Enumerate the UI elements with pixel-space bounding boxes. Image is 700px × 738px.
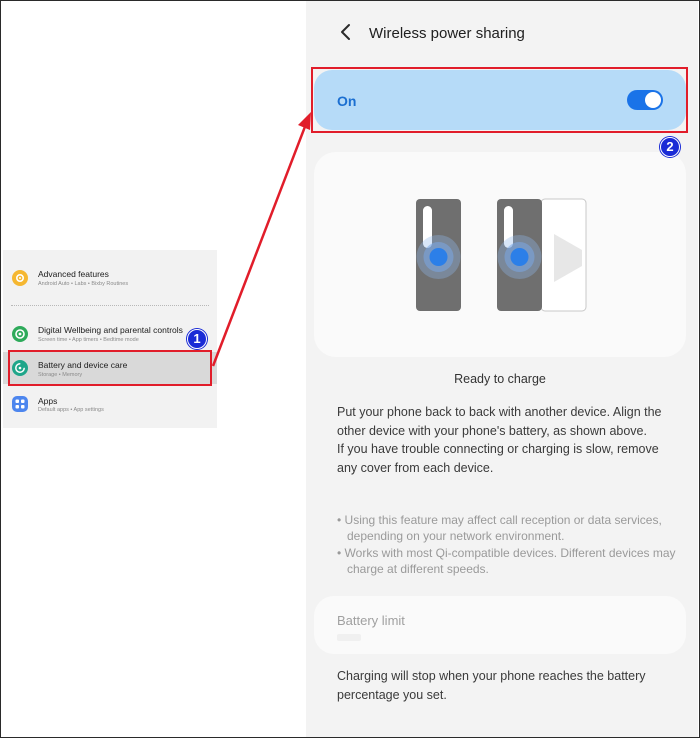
settings-item-advanced-features[interactable]: Advanced features Android Auto • Labs • … xyxy=(3,266,217,296)
app-header: Wireless power sharing xyxy=(306,0,698,64)
apps-icon xyxy=(12,396,28,412)
advanced-features-icon xyxy=(12,270,28,286)
battery-limit-setting[interactable]: Battery limit xyxy=(314,596,686,654)
settings-item-subtitle: Screen time • App timers • Bedtime mode xyxy=(38,337,139,343)
settings-item-digital-wellbeing[interactable]: Digital Wellbeing and parental controls … xyxy=(3,322,217,352)
info-note: • Works with most Qi-compatible devices.… xyxy=(337,546,676,576)
section-divider xyxy=(11,305,209,306)
settings-item-title: Advanced features xyxy=(38,269,109,279)
step-badge-1: 1 xyxy=(187,329,207,349)
instruction-line: Put your phone back to back with another… xyxy=(337,405,662,438)
step-badge-2: 2 xyxy=(660,137,680,157)
charging-illustration-card xyxy=(314,152,686,357)
settings-item-title: Digital Wellbeing and parental controls xyxy=(38,325,183,335)
highlight-box-toggle xyxy=(311,67,688,133)
instruction-line: If you have trouble connecting or chargi… xyxy=(337,442,659,475)
charge-point xyxy=(510,248,529,266)
settings-item-subtitle: Android Auto • Labs • Bixby Routines xyxy=(38,281,129,287)
back-arrow-icon[interactable] xyxy=(336,22,356,42)
settings-item-subtitle: Default apps • App settings xyxy=(38,407,104,413)
settings-item-title: Apps xyxy=(38,396,58,406)
settings-list: Advanced features Android Auto • Labs • … xyxy=(3,250,217,428)
battery-limit-label: Battery limit xyxy=(337,613,405,628)
charge-point xyxy=(429,248,448,266)
highlight-box-battery-care xyxy=(8,350,212,386)
settings-item-apps[interactable]: Apps Default apps • App settings xyxy=(3,390,217,420)
digital-wellbeing-icon xyxy=(12,326,28,342)
battery-limit-value-placeholder xyxy=(337,634,361,641)
instructions-text: Put your phone back to back with another… xyxy=(337,403,667,477)
arrow-line xyxy=(211,123,308,367)
page-title: Wireless power sharing xyxy=(369,25,525,42)
info-note: • Using this feature may affect call rec… xyxy=(337,513,662,543)
charge-status-text: Ready to charge xyxy=(454,372,546,386)
phone-back-to-back-illustration xyxy=(416,198,587,312)
battery-limit-description: Charging will stop when your phone reach… xyxy=(337,669,646,702)
